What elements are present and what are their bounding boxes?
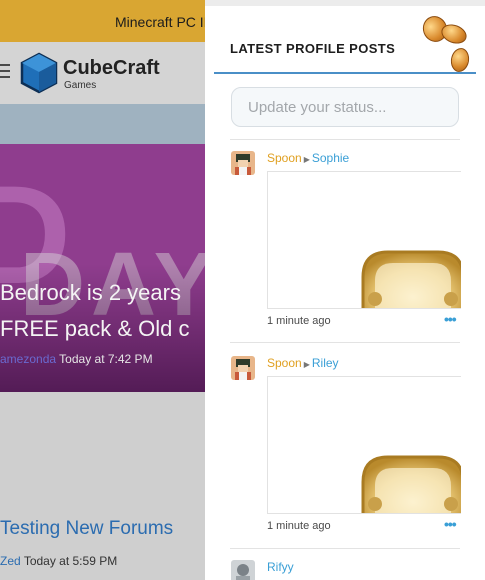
logo-title[interactable]: CubeCraft [63, 57, 160, 80]
server-ip-text: Minecraft PC IP: [115, 14, 217, 30]
post-author[interactable]: Spoon [267, 151, 302, 165]
featured-title-line: FREE pack & Old c [0, 316, 190, 341]
avatar[interactable] [231, 151, 255, 175]
post-image[interactable] [267, 171, 461, 309]
triangle-right-icon: ▶ [303, 360, 310, 369]
post-author[interactable]: Spoon [267, 356, 302, 370]
featured-post-author[interactable]: amezonda [0, 352, 56, 366]
divider [230, 548, 460, 549]
ellipsis-icon[interactable]: ••• [444, 516, 457, 532]
trophy-image [361, 250, 461, 308]
profile-posts-panel: LATEST PROFILE POSTS Spoon▶Sophie [205, 0, 485, 580]
ellipsis-icon[interactable]: ••• [444, 311, 457, 327]
featured-post-time: Today at 7:42 PM [59, 352, 153, 366]
featured-post-title[interactable]: Bedrock is 2 years FREE pack & Old c [0, 275, 190, 347]
avatar[interactable] [231, 356, 255, 380]
post-recipient[interactable]: Sophie [312, 151, 349, 165]
hamburger-icon[interactable] [0, 64, 10, 78]
thread-title[interactable]: Testing New Forums [0, 518, 173, 540]
logo-subtitle: Games [64, 80, 97, 91]
trophy-image [361, 455, 461, 513]
featured-title-line: Bedrock is 2 years [0, 280, 181, 305]
divider [230, 139, 460, 140]
thread-time: Today at 5:59 PM [23, 554, 118, 568]
status-input[interactable] [231, 87, 459, 127]
thread-meta: Zed Today at 5:59 PM [0, 554, 117, 568]
post-recipient[interactable]: Riley [312, 356, 339, 370]
panel-title: LATEST PROFILE POSTS [230, 41, 396, 56]
post-image[interactable] [267, 376, 461, 514]
featured-post-meta: amezonda Today at 7:42 PM [0, 352, 153, 366]
post-time: 1 minute ago [267, 520, 331, 532]
post-participants: Rifyy [267, 560, 294, 574]
post-participants: Spoon ▶ Riley [267, 356, 339, 370]
divider [230, 342, 460, 343]
post-author[interactable]: Rifyy [267, 560, 294, 574]
post-participants: Spoon ▶ Sophie [267, 151, 349, 165]
triangle-right-icon: ▶ [303, 155, 310, 164]
cube-logo-icon[interactable] [20, 52, 58, 94]
thread-author[interactable]: Zed [0, 554, 21, 568]
avatar[interactable] [231, 560, 255, 580]
post-time: 1 minute ago [267, 315, 331, 327]
